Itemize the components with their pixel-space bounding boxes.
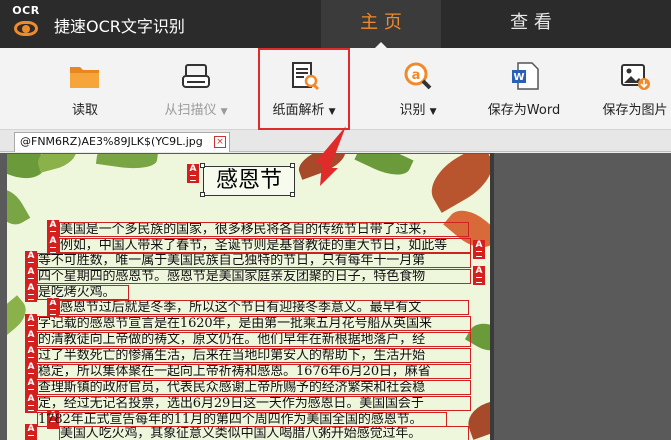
eye-icon xyxy=(14,21,38,36)
document-view: A 感恩节 A A A A A A A A A A A A A A A A 美国 xyxy=(0,153,671,440)
text-line[interactable]: 美国是一个多民族的国家，很多移民将各自的传统节日带了过来， xyxy=(59,222,469,237)
recognize-label: 识别 ▼ xyxy=(399,103,437,118)
document-tab[interactable]: @FNM6RZ)AE3%89JLK$(YC9L.jpg × xyxy=(14,132,230,152)
text-line[interactable]: 是吃烤火鸡。 xyxy=(37,285,129,300)
text-block-marker[interactable]: A xyxy=(25,424,37,440)
text-line[interactable]: 字记载的感恩节宣言是在1620年，是由第一批乘五月花号船从英国来 xyxy=(37,316,471,331)
text-line[interactable]: 稳定，所以集体聚在一起向上帝祈祷和感恩。1676年6月20日，麻省 xyxy=(37,364,471,379)
scan-button[interactable]: 从扫描仪 ▼ xyxy=(150,48,242,130)
selection-handle[interactable] xyxy=(290,163,295,168)
text-line[interactable]: 1782年正式宣告每年的11月的第四个周四作为美国全国的感恩节。 xyxy=(37,412,447,427)
chevron-down-icon: ▼ xyxy=(328,107,336,117)
read-label: 读取 xyxy=(71,103,98,118)
document-tabstrip: @FNM6RZ)AE3%89JLK$(YC9L.jpg × xyxy=(0,130,671,152)
toolbar: 读取 从扫描仪 ▼ 纸面解析 ▼ a 识别 ▼ W 保存为Word 保存为图片 xyxy=(0,48,671,130)
text-line[interactable]: 例如，中国人带来了春节，圣诞节则是基督教徒的重大节日，如此等 xyxy=(59,238,471,253)
recognize-icon: a xyxy=(404,62,432,90)
chevron-down-icon: ▼ xyxy=(220,107,228,117)
selection-handle[interactable] xyxy=(290,192,295,197)
save-word-label: 保存为Word xyxy=(487,103,561,118)
text-block-marker[interactable]: A xyxy=(25,283,37,302)
word-icon: W xyxy=(512,62,539,90)
read-button[interactable]: 读取 xyxy=(58,48,112,130)
title-bar: OCR 捷速OCR文字识别 主 页 查 看 xyxy=(0,0,671,48)
text-block-marker[interactable]: A xyxy=(187,164,199,183)
recognize-button[interactable]: a 识别 ▼ xyxy=(386,48,450,130)
text-line[interactable]: 美国人吃火鸡，其象征意义类似中国人喝腊八粥开始感觉过年。 xyxy=(59,426,469,440)
app-title: 捷速OCR文字识别 xyxy=(54,17,185,36)
parse-button[interactable]: 纸面解析 ▼ xyxy=(258,48,350,130)
logo-text: OCR xyxy=(12,4,40,17)
text-line[interactable]: 查理斯镇的政府官员，代表民众感谢上帝所赐予的经济繁荣和社会稳 xyxy=(37,380,471,395)
text-line[interactable]: 的清教徒向上帝做的祷文，原文仍在。他们早年在新根据地落户，经 xyxy=(37,332,471,347)
scan-label: 从扫描仪 ▼ xyxy=(164,103,228,118)
text-block-marker[interactable]: A xyxy=(473,240,485,259)
leaf-decoration xyxy=(421,154,490,213)
text-block-marker[interactable]: A xyxy=(473,266,485,285)
text-line[interactable]: 四个星期四的感恩节。感恩节是美国家庭亲友团聚的日子，特色食物 xyxy=(37,269,471,284)
leaf-decoration xyxy=(7,183,31,231)
svg-text:W: W xyxy=(513,72,524,83)
leaf-decoration xyxy=(34,154,80,173)
parse-label: 纸面解析 ▼ xyxy=(272,103,336,118)
svg-text:a: a xyxy=(412,68,421,83)
image-save-icon xyxy=(621,64,650,90)
panel-splitter[interactable] xyxy=(490,153,494,440)
chevron-down-icon: ▼ xyxy=(429,107,437,117)
text-line[interactable]: 定，经过无记名投票，选出6月29日这一天作为感恩日。美国国会于 xyxy=(37,396,471,411)
document-tab-label: @FNM6RZ)AE3%89JLK$(YC9L.jpg xyxy=(20,135,203,148)
text-line[interactable]: 等不可胜数，唯一属于美国民族自己独特的节日，只有每年十一月第 xyxy=(37,253,471,268)
app-logo: OCR xyxy=(8,4,44,44)
scanner-icon xyxy=(182,64,210,88)
selection-handle[interactable] xyxy=(200,163,205,168)
document-search-icon xyxy=(292,62,320,91)
save-image-label: 保存为图片 xyxy=(602,103,668,118)
text-line[interactable]: 过了半数死亡的惨痛生活，后来在当地印第安人的帮助下，生活开始 xyxy=(37,348,471,363)
close-icon[interactable]: × xyxy=(214,136,226,148)
app-window: OCR 捷速OCR文字识别 主 页 查 看 读取 从扫描仪 ▼ 纸面解析 ▼ a… xyxy=(0,0,671,440)
leaf-decoration xyxy=(95,154,159,173)
text-block-marker[interactable]: A xyxy=(47,298,59,317)
tab-view[interactable]: 查 看 xyxy=(471,0,591,48)
selection-handle[interactable] xyxy=(200,192,205,197)
tab-home[interactable]: 主 页 xyxy=(321,0,441,48)
document-page: A 感恩节 A A A A A A A A A A A A A A A A 美国 xyxy=(7,154,490,440)
save-image-button[interactable]: 保存为图片 xyxy=(590,48,671,130)
document-title[interactable]: 感恩节 xyxy=(203,166,295,196)
text-block-marker[interactable]: A xyxy=(25,394,37,413)
leaf-decoration xyxy=(354,154,414,183)
folder-icon xyxy=(70,67,99,88)
save-word-button[interactable]: W 保存为Word xyxy=(478,48,570,130)
text-line[interactable]: 感恩节过后就是冬季，所以这个节日有迎接冬季意义。最早有文 xyxy=(59,300,469,315)
leaf-decoration xyxy=(294,154,350,180)
